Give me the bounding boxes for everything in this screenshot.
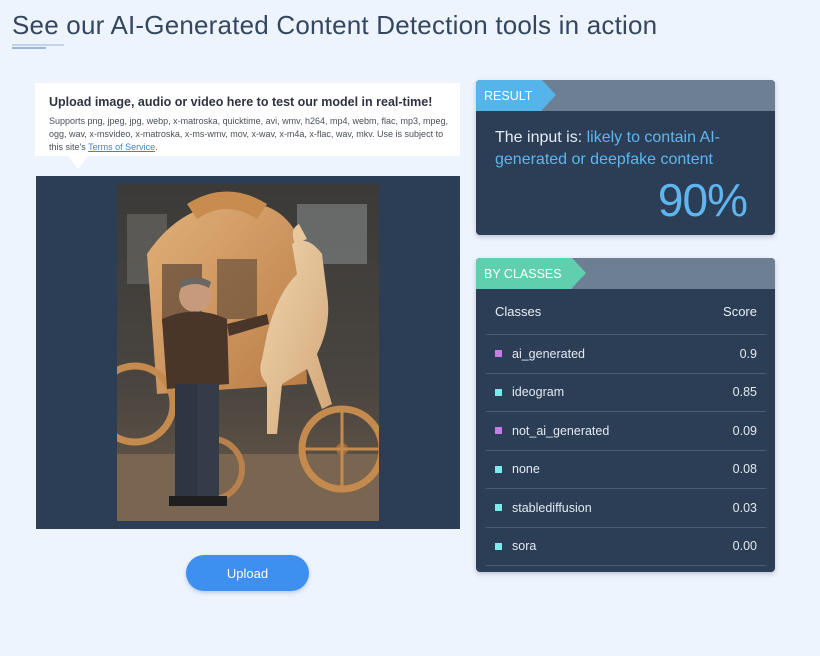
class-score: 0.03 <box>732 500 757 515</box>
class-name: ideogram <box>512 385 565 400</box>
class-score: 0.9 <box>739 346 757 361</box>
class-score: 0.00 <box>732 539 757 554</box>
table-header: Classes Score <box>486 289 766 335</box>
class-name: sora <box>512 539 537 554</box>
class-label-group: ideogram <box>495 385 564 399</box>
class-color-swatch-icon <box>495 350 502 358</box>
title-underline <box>12 44 64 50</box>
result-tag: RESULT <box>476 80 557 111</box>
result-card: RESULT The input is: likely to contain A… <box>476 80 775 235</box>
classes-header: BY CLASSES <box>476 258 775 289</box>
class-label-group: not_ai_generated <box>495 424 609 438</box>
class-label-group: stablediffusion <box>495 501 592 515</box>
result-prefix: The input is: <box>495 129 587 146</box>
description-end: . <box>155 142 158 152</box>
upload-heading: Upload image, audio or video here to tes… <box>49 95 433 109</box>
class-color-swatch-icon <box>495 465 502 473</box>
table-row: sora 0.00 <box>486 528 766 566</box>
table-row: stablediffusion 0.03 <box>486 489 766 528</box>
table-row: not_ai_generated 0.09 <box>486 412 766 451</box>
class-color-swatch-icon <box>495 504 502 512</box>
classes-table: Classes Score ai_generated 0.9 ideogram 0.8… <box>486 289 766 566</box>
table-row: none 0.08 <box>486 451 766 489</box>
class-label-group: ai_generated <box>495 347 585 361</box>
result-score: 90% <box>657 174 748 226</box>
result-header: RESULT <box>476 80 775 111</box>
upload-info-card: Upload image, audio or video here to tes… <box>35 83 460 169</box>
uploaded-image-preview <box>117 184 379 521</box>
classes-tag: BY CLASSES <box>476 258 586 289</box>
page-title: See our AI-Generated Content Detection t… <box>12 10 658 40</box>
class-color-swatch-icon <box>495 388 502 396</box>
column-classes: Classes <box>495 304 542 319</box>
upload-button[interactable]: Upload <box>186 555 309 591</box>
class-label-group: sora <box>495 539 536 553</box>
class-score: 0.85 <box>732 385 757 400</box>
upload-description: Supports png, jpeg, jpg, webp, x-matrosk… <box>49 115 448 154</box>
class-label-group: none <box>495 462 540 476</box>
media-preview-frame[interactable] <box>36 176 460 529</box>
class-score: 0.08 <box>732 462 757 477</box>
class-color-swatch-icon <box>495 542 502 550</box>
class-color-swatch-icon <box>495 427 502 435</box>
class-name: ai_generated <box>512 346 585 361</box>
class-name: not_ai_generated <box>512 423 610 438</box>
table-row: ai_generated 0.9 <box>486 335 766 374</box>
result-text: The input is: likely to contain AI-gener… <box>495 127 755 171</box>
class-name: none <box>512 462 540 477</box>
class-name: stablediffusion <box>512 500 592 515</box>
table-row: ideogram 0.85 <box>486 374 766 412</box>
terms-of-service-link[interactable]: Terms of Service <box>88 142 155 152</box>
classes-card: BY CLASSES Classes Score ai_generated 0.9… <box>476 258 775 572</box>
column-score: Score <box>723 304 757 319</box>
class-score: 0.09 <box>732 423 757 438</box>
